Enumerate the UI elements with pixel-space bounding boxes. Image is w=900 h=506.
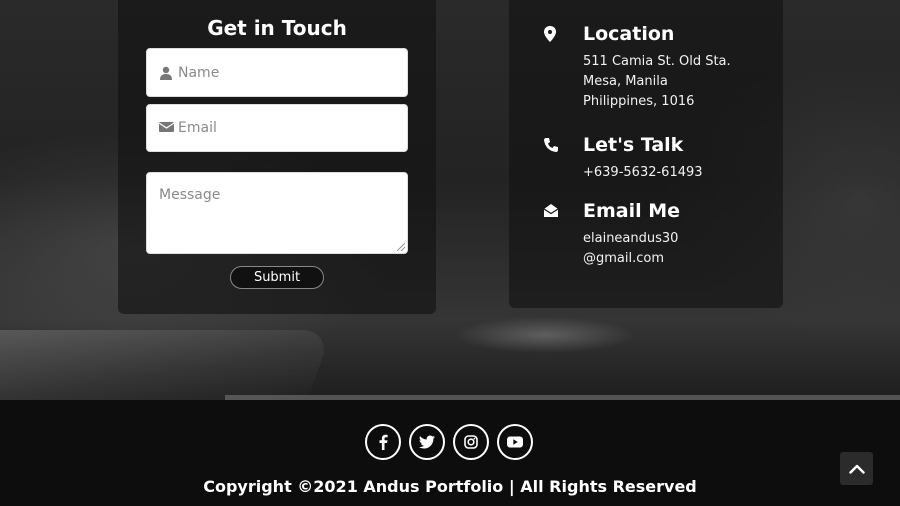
location-heading: Location	[583, 23, 675, 45]
lets-talk-heading: Let's Talk	[583, 134, 684, 156]
youtube-icon[interactable]	[497, 424, 533, 460]
email-me-heading: Email Me	[583, 200, 681, 222]
user-icon	[159, 66, 175, 80]
name-placeholder: Name	[178, 64, 220, 81]
footer: Copyright ©2021 Andus Portfolio | All Ri…	[0, 400, 900, 506]
submit-button[interactable]: Submit	[230, 266, 324, 289]
twitter-icon[interactable]	[409, 424, 445, 460]
email-line-1: elaineandus30	[583, 231, 679, 246]
contact-info-card: Location 511 Camia St. Old Sta. Mesa, Ma…	[509, 0, 783, 308]
email-placeholder: Email	[178, 120, 217, 136]
message-placeholder: Message	[159, 187, 221, 203]
email-field[interactable]: Email	[146, 104, 408, 152]
background-laptop	[0, 330, 333, 400]
facebook-icon[interactable]	[365, 424, 401, 460]
envelope-icon	[158, 121, 175, 135]
resize-grip-icon[interactable]	[397, 243, 405, 251]
map-pin-icon	[543, 26, 561, 44]
contact-form: Get in Touch Name Email Message Submit	[118, 0, 436, 314]
copyright-text: Copyright ©2021 Andus Portfolio | All Ri…	[203, 477, 697, 496]
location-line-1: 511 Camia St. Old Sta.	[583, 54, 731, 69]
email-line-2: @gmail.com	[583, 251, 665, 266]
name-field[interactable]: Name	[146, 48, 408, 97]
location-line-2: Mesa, Manila	[583, 74, 668, 89]
phone-icon	[543, 137, 561, 155]
social-links	[365, 424, 533, 460]
envelope-open-icon	[543, 203, 561, 221]
phone-number: +639-5632-61493	[583, 165, 703, 180]
location-line-3: Philippines, 1016	[583, 94, 695, 109]
form-title: Get in Touch	[207, 16, 347, 40]
back-to-top-button[interactable]	[840, 452, 873, 485]
message-textarea[interactable]: Message	[146, 172, 408, 254]
instagram-icon[interactable]	[453, 424, 489, 460]
chevron-up-icon	[848, 464, 865, 474]
